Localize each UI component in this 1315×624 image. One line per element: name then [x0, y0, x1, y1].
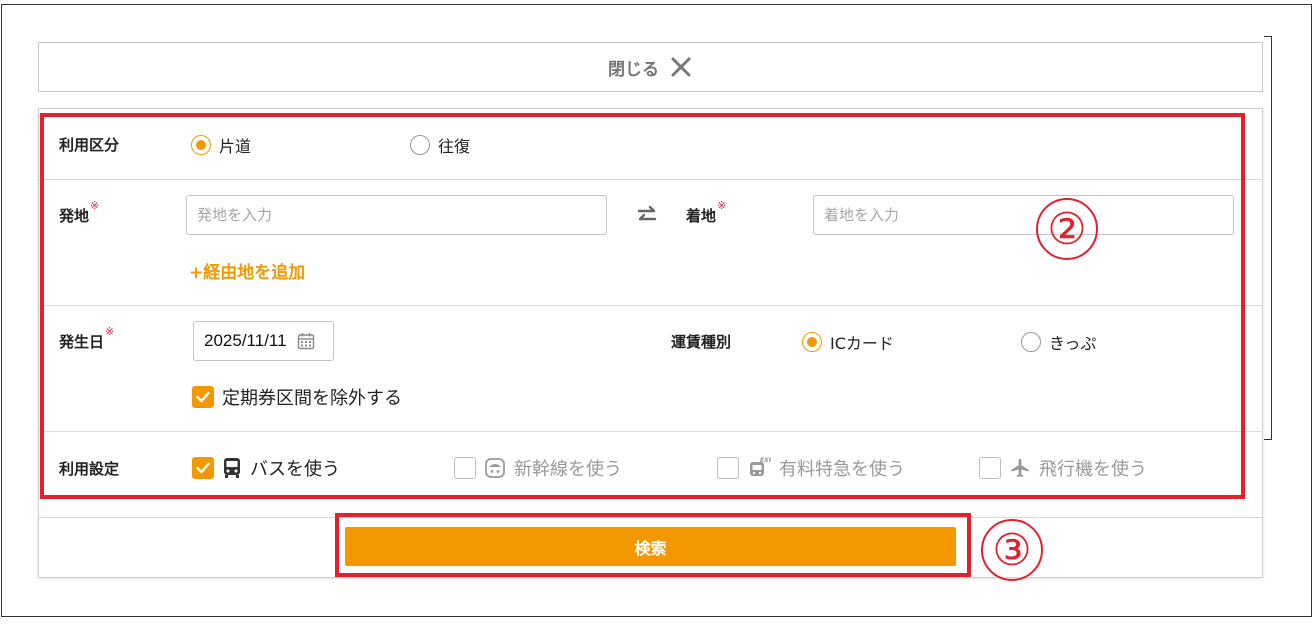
- swap-icon[interactable]: [636, 206, 658, 224]
- origin-label: 発地※: [59, 199, 99, 226]
- use-airplane-label: 飛行機を使う: [1039, 459, 1147, 480]
- radio-label-ticket: きっぷ: [1049, 334, 1097, 353]
- radio-label-ic-card: ICカード: [830, 334, 894, 353]
- close-button[interactable]: 閉じる: [38, 42, 1263, 92]
- radio-label-round-trip: 往復: [438, 137, 471, 156]
- express-train-icon: EXP: [750, 457, 771, 476]
- check-icon: [196, 462, 210, 474]
- close-icon: [671, 57, 691, 77]
- use-limited-express-label: 有料特急を使う: [779, 459, 905, 480]
- radio-dot: [807, 337, 817, 347]
- destination-label-text: 着地: [686, 207, 717, 225]
- checkbox-box: [192, 386, 214, 408]
- destination-label: 着地※: [686, 199, 726, 226]
- radio-round-trip[interactable]: 往復: [410, 133, 470, 157]
- date-value: 2025/11/11: [204, 331, 287, 350]
- radio-label-one-way: 片道: [219, 137, 252, 156]
- required-mark: ※: [717, 199, 727, 212]
- check-icon: [196, 391, 210, 403]
- radio-ticket[interactable]: きっぷ: [1021, 330, 1096, 354]
- side-bracket: [1264, 36, 1272, 440]
- date-label: 発生日※: [59, 325, 114, 352]
- exclude-commuter-label: 定期券区間を除外する: [222, 388, 402, 409]
- required-mark: ※: [105, 325, 115, 338]
- usage-settings-label: 利用設定: [59, 460, 120, 478]
- svg-text:EXP: EXP: [760, 457, 771, 464]
- radio-circle: [1021, 332, 1041, 352]
- use-shinkansen-checkbox[interactable]: 新幹線を使う: [454, 455, 622, 481]
- checkbox-box: [454, 457, 476, 479]
- usage-type-label: 利用区分: [59, 136, 120, 154]
- radio-circle: [191, 135, 211, 155]
- radio-one-way[interactable]: 片道: [191, 133, 251, 157]
- use-shinkansen-label: 新幹線を使う: [514, 459, 622, 480]
- bus-icon: [224, 458, 240, 478]
- fare-type-label: 運賃種別: [671, 333, 732, 351]
- origin-input[interactable]: [186, 195, 607, 235]
- shinkansen-icon: [485, 458, 505, 478]
- calendar-icon: [297, 333, 314, 350]
- divider: [39, 179, 1262, 180]
- annotation-marker-2: ②: [1036, 198, 1098, 260]
- close-label: 閉じる: [608, 59, 659, 80]
- date-picker[interactable]: 2025/11/11: [193, 321, 334, 361]
- airplane-icon: [1011, 458, 1029, 478]
- required-mark: ※: [90, 199, 100, 212]
- exclude-commuter-checkbox[interactable]: 定期券区間を除外する: [192, 384, 402, 410]
- use-bus-checkbox[interactable]: バスを使う: [192, 455, 340, 481]
- use-bus-label: バスを使う: [250, 459, 340, 480]
- radio-dot: [196, 140, 206, 150]
- checkbox-box: [192, 457, 214, 479]
- checkbox-box: [979, 457, 1001, 479]
- use-airplane-checkbox[interactable]: 飛行機を使う: [979, 455, 1147, 481]
- origin-label-text: 発地: [59, 207, 90, 225]
- annotation-marker-3: ③: [981, 519, 1043, 581]
- add-via-link[interactable]: +経由地を追加: [189, 258, 305, 283]
- radio-ic-card[interactable]: ICカード: [802, 330, 894, 354]
- divider: [39, 305, 1262, 306]
- divider: [39, 431, 1262, 432]
- destination-input[interactable]: [813, 195, 1234, 235]
- divider: [39, 517, 1262, 518]
- checkbox-box: [717, 457, 739, 479]
- date-label-text: 発生日: [59, 333, 105, 351]
- search-button[interactable]: 検索: [345, 527, 956, 566]
- use-limited-express-checkbox[interactable]: EXP 有料特急を使う: [717, 455, 905, 481]
- radio-circle: [802, 332, 822, 352]
- radio-circle: [410, 135, 430, 155]
- search-form: 利用区分 片道 往復 発地※ 着地※ +経由地を追加 発生日※ 2025/11/…: [38, 108, 1263, 578]
